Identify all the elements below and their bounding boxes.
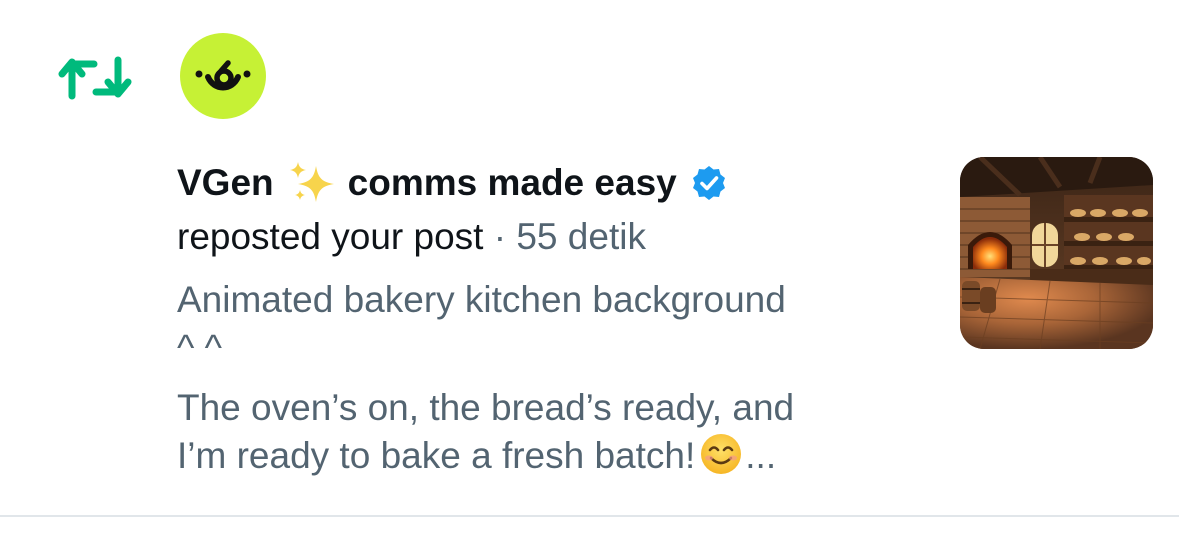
ellipsis: ... — [745, 435, 777, 476]
vgen-logo-icon — [195, 60, 251, 91]
action-line: reposted your post · 55 detik — [177, 214, 646, 260]
user-name-line[interactable]: VGen comms made easy — [177, 160, 727, 206]
verified-badge-icon — [692, 166, 725, 200]
post-text-segment: I’m ready to bake a fresh batch! — [177, 435, 696, 476]
repost-icon — [58, 56, 132, 100]
timestamp[interactable]: 55 detik — [516, 216, 646, 257]
post-thumbnail[interactable] — [960, 157, 1153, 349]
notification-item[interactable]: VGen comms made easy reposted your post … — [0, 0, 1179, 515]
post-text-line: ^ ^ — [177, 327, 223, 368]
user-name-rest[interactable]: comms made easy — [348, 162, 677, 204]
avatar[interactable] — [180, 33, 266, 119]
post-text-line: The oven’s on, the bread’s ready, and — [177, 387, 795, 428]
separator-dot: · — [493, 216, 507, 257]
post-text-line: Animated bakery kitchen background — [177, 279, 786, 320]
smiling-face-emoji-icon — [701, 434, 742, 474]
sparkles-emoji-icon — [289, 162, 334, 202]
post-text-line: I’m ready to bake a fresh batch! ... — [177, 432, 917, 480]
user-name[interactable]: VGen — [177, 162, 274, 204]
action-text: reposted your post — [177, 216, 484, 257]
bakery-kitchen-image — [960, 157, 1153, 349]
post-preview-text[interactable]: Animated bakery kitchen background ^ ^ T… — [177, 276, 917, 480]
divider — [0, 515, 1179, 517]
